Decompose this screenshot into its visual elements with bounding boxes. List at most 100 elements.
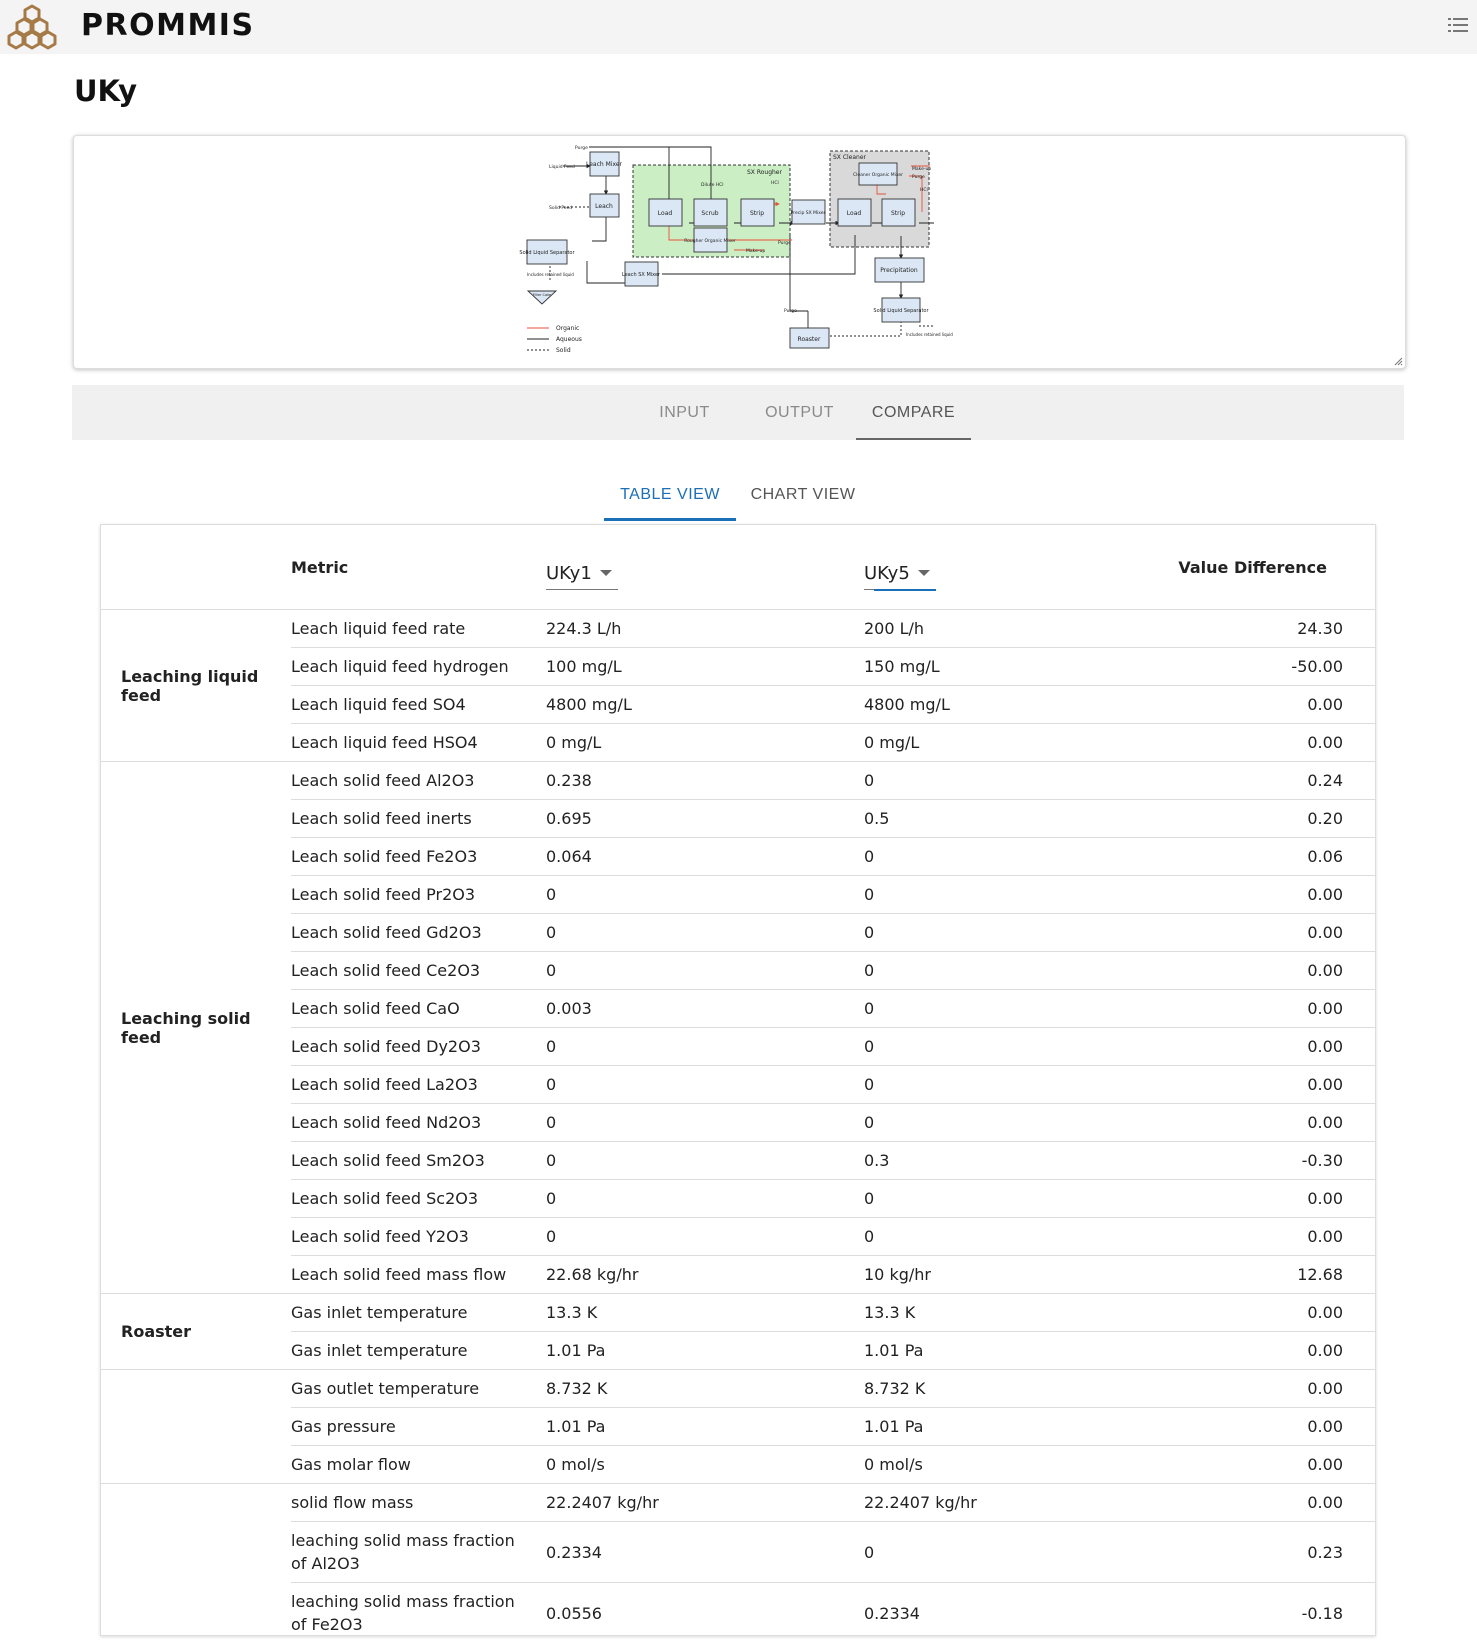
right-value-cell: 0	[864, 1522, 1104, 1583]
list-menu-icon[interactable]	[1448, 17, 1468, 33]
right-value-cell: 22.2407 kg/hr	[864, 1484, 1104, 1522]
separator-label: Solid Liquid Separator	[519, 250, 575, 256]
metric-cell: Leach solid feed Y2O3	[291, 1218, 546, 1256]
separator-label-2: Solid Liquid Separator	[873, 308, 929, 314]
precip-sx-mixer-label: Precip SX Mixer	[791, 210, 826, 216]
left-value-cell: 0	[546, 952, 864, 990]
value-difference-cell: 0.00	[1104, 1028, 1375, 1066]
left-scenario-value: UKy1	[546, 563, 592, 584]
load-label-cleaner: Load	[847, 210, 862, 217]
metric-cell: Leach solid feed Sm2O3	[291, 1142, 546, 1180]
table-row: Leach solid feed Nd2O3000.00	[101, 1104, 1375, 1142]
metric-cell: Leach solid feed La2O3	[291, 1066, 546, 1104]
resize-handle-icon[interactable]	[1393, 356, 1403, 366]
left-value-cell: 0.238	[546, 762, 864, 800]
left-value-cell: 8.732 K	[546, 1370, 864, 1408]
table-row: Leaching solid feedLeach solid feed Al2O…	[101, 762, 1375, 800]
metric-cell: Leach solid feed Gd2O3	[291, 914, 546, 952]
left-scenario-select[interactable]: UKy1	[546, 555, 618, 590]
tab-input[interactable]: INPUT	[627, 385, 742, 440]
metric-cell: Leach solid feed CaO	[291, 990, 546, 1028]
metric-cell: Gas inlet temperature	[291, 1332, 546, 1370]
scrub-label: Scrub	[701, 210, 718, 217]
tab-output[interactable]: OUTPUT	[742, 385, 857, 440]
makeup-label-cleaner: Make-up	[912, 166, 931, 172]
table-row: RoasterGas inlet temperature13.3 K13.3 K…	[101, 1294, 1375, 1332]
metric-cell: Leach solid feed mass flow	[291, 1256, 546, 1294]
rougher-organic-mixer-label: Rougher Organic Mixer	[684, 238, 736, 244]
right-value-cell: 0	[864, 1180, 1104, 1218]
right-value-cell: 0	[864, 1066, 1104, 1104]
right-value-cell: 0	[864, 1028, 1104, 1066]
makeup-label-rougher: Make-up	[746, 248, 765, 254]
value-difference-cell: 0.00	[1104, 1370, 1375, 1408]
right-value-cell: 0	[864, 914, 1104, 952]
tab-table-view[interactable]: TABLE VIEW	[604, 470, 736, 520]
metric-cell: Leach solid feed Pr2O3	[291, 876, 546, 914]
table-row: Leach solid feed Dy2O3000.00	[101, 1028, 1375, 1066]
metric-cell: Leach liquid feed rate	[291, 610, 546, 648]
left-value-cell: 0	[546, 1066, 864, 1104]
table-row: Leach solid feed La2O3000.00	[101, 1066, 1375, 1104]
value-difference-cell: 0.00	[1104, 1294, 1375, 1332]
value-difference-cell: 0.00	[1104, 1408, 1375, 1446]
metric-cell: Gas inlet temperature	[291, 1294, 546, 1332]
left-value-cell: 13.3 K	[546, 1294, 864, 1332]
left-value-cell: 0.695	[546, 800, 864, 838]
strip-label-rougher: Strip	[750, 210, 764, 217]
tab-compare[interactable]: COMPARE	[856, 385, 971, 440]
table-row: Gas inlet temperature1.01 Pa1.01 Pa0.00	[101, 1332, 1375, 1370]
metric-cell: Leach solid feed inerts	[291, 800, 546, 838]
metric-cell: Leach solid feed Fe2O3	[291, 838, 546, 876]
table-row: Leach liquid feed SO44800 mg/L4800 mg/L0…	[101, 686, 1375, 724]
app-brand-title: PROMMIS	[81, 8, 255, 43]
table-row: leaching solid mass fraction of Fe2O30.0…	[101, 1583, 1375, 1643]
comparison-table: Metric UKy1 UKy5 Value Difference Leachi…	[101, 525, 1375, 1643]
dropdown-caret-icon	[600, 570, 612, 576]
left-value-cell: 22.2407 kg/hr	[546, 1484, 864, 1522]
table-row: leaching solid mass fraction of Al2O30.2…	[101, 1522, 1375, 1583]
metric-header: Metric	[291, 525, 546, 610]
table-row: Leach solid feed Fe2O30.06400.06	[101, 838, 1375, 876]
right-value-cell: 10 kg/hr	[864, 1256, 1104, 1294]
purge-label-bottom: Purge	[784, 308, 797, 314]
app-bar: PROMMIS	[0, 0, 1477, 54]
roaster-label: Roaster	[798, 336, 821, 343]
metric-cell: Leach liquid feed HSO4	[291, 724, 546, 762]
prommis-logo-icon[interactable]	[6, 3, 58, 50]
tab-chart-view[interactable]: CHART VIEW	[740, 470, 866, 520]
purge-label-rougher: Purge	[778, 240, 791, 246]
left-value-cell: 0	[546, 1028, 864, 1066]
active-view-indicator	[604, 518, 736, 521]
value-difference-cell: 0.00	[1104, 686, 1375, 724]
group-header	[101, 525, 291, 610]
leach-mixer-label: Leach Mixer	[586, 161, 623, 168]
legend-aqueous: Aqueous	[556, 336, 582, 343]
group-label: Leaching solid feed	[101, 762, 291, 1294]
left-value-cell: 0	[546, 914, 864, 952]
group-label	[101, 1370, 291, 1484]
cleaner-organic-mixer-label: Cleaner Organic Mixer	[853, 172, 903, 178]
group-label: Roaster	[101, 1294, 291, 1370]
strip-label-cleaner: Strip	[891, 210, 905, 217]
right-scenario-select[interactable]: UKy5	[864, 555, 936, 590]
table-row: Leach liquid feed HSO40 mg/L0 mg/L0.00	[101, 724, 1375, 762]
left-value-cell: 0	[546, 1142, 864, 1180]
value-difference-cell: 0.00	[1104, 1066, 1375, 1104]
table-row: solid flow mass22.2407 kg/hr22.2407 kg/h…	[101, 1484, 1375, 1522]
right-value-cell: 0.5	[864, 800, 1104, 838]
value-difference-cell: 0.00	[1104, 914, 1375, 952]
table-row: Leach solid feed Sc2O3000.00	[101, 1180, 1375, 1218]
table-row: Leach solid feed inerts0.6950.50.20	[101, 800, 1375, 838]
table-row: Leach solid feed Sm2O300.3-0.30	[101, 1142, 1375, 1180]
main-tabs: INPUT OUTPUT COMPARE	[72, 385, 1404, 440]
right-value-cell: 0	[864, 762, 1104, 800]
active-tab-indicator	[856, 438, 971, 440]
group-label	[101, 1484, 291, 1643]
value-difference-cell: 0.00	[1104, 1332, 1375, 1370]
metric-cell: Leach solid feed Ce2O3	[291, 952, 546, 990]
table-row: Gas outlet temperature8.732 K8.732 K0.00	[101, 1370, 1375, 1408]
table-row: Leach solid feed mass flow22.68 kg/hr10 …	[101, 1256, 1375, 1294]
table-row: Leach solid feed Ce2O3000.00	[101, 952, 1375, 990]
metric-cell: leaching solid mass fraction of Fe2O3	[291, 1583, 546, 1643]
